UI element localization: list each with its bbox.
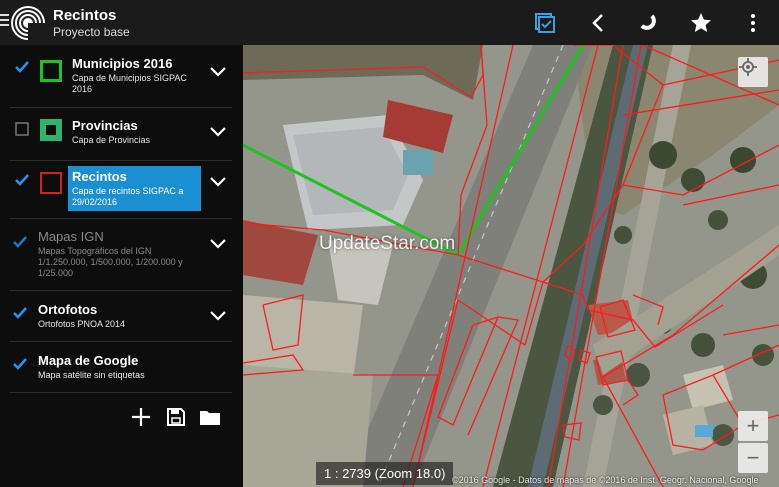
- add-icon[interactable]: [128, 404, 154, 430]
- layer-color-swatch: [40, 172, 62, 194]
- layer-description: Mapas Topográficos del IGN 1/1.250.000, …: [38, 246, 183, 278]
- divider: [10, 392, 232, 393]
- app-logo[interactable]: [10, 5, 46, 41]
- checkbox-checked-icon[interactable]: [14, 172, 30, 188]
- layer-item-mapa-de-google[interactable]: Mapa de Google Mapa satélite sin etiquet…: [0, 352, 243, 388]
- layer-description: Capa de Provincias: [72, 135, 151, 145]
- back-icon[interactable]: [585, 10, 611, 36]
- overflow-menu-icon[interactable]: [740, 10, 766, 36]
- save-icon[interactable]: [163, 404, 189, 430]
- menu-icon[interactable]: [0, 14, 9, 28]
- layer-name: Municipios 2016: [72, 56, 173, 71]
- layer-name: Ortofotos: [38, 302, 98, 317]
- layer-item-mapas-ign[interactable]: Mapas IGN Mapas Topográficos del IGN 1/1…: [0, 227, 243, 283]
- layer-item-recintos[interactable]: Recintos Capa de recintos SIGPAC a 29/02…: [0, 166, 243, 215]
- chevron-down-icon[interactable]: [208, 65, 228, 79]
- divider: [10, 218, 232, 219]
- checkbox-checked-icon[interactable]: [12, 356, 28, 372]
- map-attribution: ©2016 Google - Datos de mapas de ©2016 d…: [452, 475, 759, 485]
- layer-description: Capa de recintos SIGPAC a 29/02/2016: [72, 186, 184, 207]
- layer-description: Mapa satélite sin etiquetas: [38, 370, 145, 380]
- layer-description: Capa de Municipios SIGPAC 2016: [72, 73, 187, 94]
- divider: [10, 107, 232, 108]
- chevron-down-icon[interactable]: [208, 125, 228, 139]
- selected-layer-highlight: Recintos Capa de recintos SIGPAC a 29/02…: [68, 166, 201, 211]
- zoom-in-button[interactable]: +: [738, 411, 768, 441]
- layer-name: Mapa de Google: [38, 353, 139, 368]
- layer-color-swatch: [40, 119, 62, 141]
- title-block: Recintos Proyecto base: [53, 7, 130, 39]
- layer-description: Ortofotos PNOA 2014: [38, 319, 126, 329]
- top-app-bar: Recintos Proyecto base: [0, 0, 779, 45]
- magnet-icon[interactable]: [636, 10, 662, 36]
- watermark-text: UpdateStar.com: [319, 233, 456, 254]
- divider: [10, 290, 232, 291]
- zoom-out-button[interactable]: −: [738, 443, 768, 473]
- select-layers-icon[interactable]: [532, 10, 558, 36]
- layer-name: Recintos: [72, 169, 127, 184]
- checkbox-unchecked-icon[interactable]: [14, 121, 30, 137]
- checkbox-checked-icon[interactable]: [14, 59, 30, 75]
- checkbox-checked-icon[interactable]: [12, 234, 28, 250]
- layers-panel: Municipios 2016 Capa de Municipios SIGPA…: [0, 45, 243, 487]
- app-subtitle: Proyecto base: [53, 25, 130, 39]
- chevron-down-icon[interactable]: [208, 175, 228, 189]
- app-title: Recintos: [53, 7, 117, 24]
- layer-name: Provincias: [72, 118, 138, 133]
- divider: [10, 160, 232, 161]
- layer-color-swatch: [40, 60, 62, 82]
- layer-name: Mapas IGN: [38, 229, 104, 244]
- satellite-map-canvas[interactable]: [243, 45, 779, 487]
- layer-item-ortofotos[interactable]: Ortofotos Ortofotos PNOA 2014: [0, 301, 243, 337]
- divider: [10, 341, 232, 342]
- folder-icon[interactable]: [197, 404, 223, 430]
- scale-zoom-label: 1 : 2739 (Zoom 18.0): [316, 462, 454, 485]
- checkbox-checked-icon[interactable]: [12, 305, 28, 321]
- chevron-down-icon[interactable]: [208, 237, 228, 251]
- my-location-icon[interactable]: [738, 57, 768, 87]
- layer-item-provincias[interactable]: Provincias Capa de Provincias: [0, 115, 243, 159]
- layer-item-municipios[interactable]: Municipios 2016 Capa de Municipios SIGPA…: [0, 53, 243, 105]
- map-view[interactable]: UpdateStar.com + − 1 : 2739 (Zoom 18.0) …: [243, 45, 779, 487]
- star-icon[interactable]: [688, 10, 714, 36]
- chevron-down-icon[interactable]: [208, 309, 228, 323]
